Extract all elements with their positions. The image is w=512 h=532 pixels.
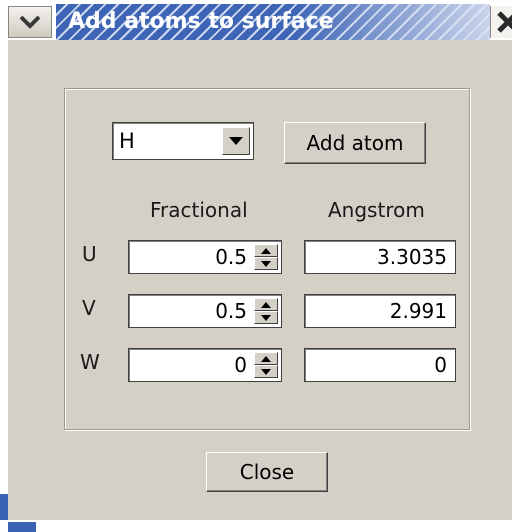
- chevron-down-icon: [19, 14, 41, 30]
- add-atoms-dialog: Add atoms to surface H Add atom Fraction…: [0, 0, 512, 532]
- element-select[interactable]: H: [112, 122, 254, 160]
- angstrom-w-field[interactable]: 0: [304, 348, 456, 382]
- fractional-u-value: 0.5: [215, 245, 247, 269]
- window-frame-bottom: [0, 520, 512, 532]
- dropdown-arrow-icon[interactable]: [222, 127, 250, 155]
- fractional-v-spinbox[interactable]: 0.5: [128, 294, 282, 328]
- fractional-u-spinbox[interactable]: 0.5: [128, 240, 282, 274]
- spin-up-icon[interactable]: [254, 244, 278, 257]
- angstrom-v-value: 2.991: [389, 299, 447, 323]
- title-bar[interactable]: Add atoms to surface: [0, 0, 512, 40]
- angstrom-v-field[interactable]: 2.991: [304, 294, 456, 328]
- spin-down-icon[interactable]: [254, 365, 278, 378]
- close-button[interactable]: Close: [206, 452, 328, 492]
- window-title: Add atoms to surface: [68, 9, 334, 34]
- spinner-u[interactable]: [254, 244, 278, 270]
- row-label-v: V: [82, 296, 96, 320]
- spin-down-icon[interactable]: [254, 257, 278, 270]
- window-menu-button[interactable]: [8, 6, 52, 38]
- window-frame-accent-bottom: [8, 522, 36, 532]
- spin-up-icon[interactable]: [254, 352, 278, 365]
- fractional-w-spinbox[interactable]: 0: [128, 348, 282, 382]
- spinner-w[interactable]: [254, 352, 278, 378]
- row-label-u: U: [82, 242, 97, 266]
- fractional-w-value: 0: [234, 353, 247, 377]
- spinner-v[interactable]: [254, 298, 278, 324]
- fractional-column-header: Fractional: [150, 198, 248, 222]
- spin-up-icon[interactable]: [254, 298, 278, 311]
- window-close-button[interactable]: [490, 6, 512, 38]
- add-atom-button[interactable]: Add atom: [284, 122, 426, 164]
- spin-down-icon[interactable]: [254, 311, 278, 324]
- angstrom-u-field[interactable]: 3.3035: [304, 240, 456, 274]
- window-frame-left: [0, 40, 8, 520]
- angstrom-column-header: Angstrom: [328, 198, 425, 222]
- row-label-w: W: [80, 350, 100, 374]
- angstrom-u-value: 3.3035: [377, 245, 447, 269]
- element-select-value: H: [119, 129, 135, 153]
- fractional-v-value: 0.5: [215, 299, 247, 323]
- angstrom-w-value: 0: [434, 353, 447, 377]
